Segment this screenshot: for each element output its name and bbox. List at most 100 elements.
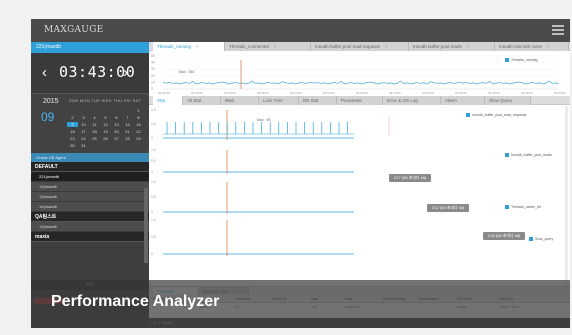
tab-label: Parameter — [341, 98, 363, 103]
calendar-date[interactable]: 4 — [89, 115, 100, 120]
tab-parameter[interactable]: Parameter — [337, 96, 383, 105]
calendar-date[interactable]: 31 — [78, 143, 89, 148]
close-icon[interactable]: × — [467, 44, 470, 49]
tab-label: Error & OS Log — [387, 98, 418, 103]
legend-read-requests: Innodb_buffer_pool_read_requests — [466, 113, 526, 118]
close-icon[interactable]: × — [385, 44, 388, 49]
calendar-date[interactable]: 27 — [111, 136, 122, 141]
calendar-date[interactable]: 19 — [100, 129, 111, 134]
agent-group[interactable]: maxia — [31, 232, 149, 242]
x-tick-label: 04:50:00 — [521, 91, 533, 95]
tab-threads-connected[interactable]: Threads_connected × — [225, 42, 311, 51]
metric-tabs: Threads_running × Threads_connected × Innodb… — [149, 42, 570, 51]
calendar-date[interactable]: 22 — [133, 129, 144, 134]
hamburger-menu-icon[interactable] — [552, 25, 564, 35]
calendar-date[interactable]: 26 — [100, 136, 111, 141]
x-tick-label: 03:00:00 — [158, 91, 170, 95]
y-tick-label: 0.5 — [151, 159, 156, 163]
y-tick-label: 0.5 — [151, 122, 156, 126]
instance-selector[interactable]: 221(maxdb — [31, 42, 149, 53]
tab-label: Threads_running — [157, 44, 192, 49]
chevron-right-icon[interactable]: › — [123, 64, 128, 81]
tab-db-stat[interactable]: DB Stat — [299, 96, 337, 105]
calendar-date[interactable]: 12 — [100, 122, 111, 127]
y-tick-label: 0 — [151, 210, 153, 214]
x-tick-label: 03:40:00 — [290, 91, 302, 95]
calendar-date[interactable]: 17 — [78, 129, 89, 134]
tab-alarm[interactable]: Alarm — [441, 96, 485, 105]
tab-label: Wait — [225, 98, 234, 103]
calendar-date — [111, 108, 122, 113]
caption-title: Performance Analyzer — [51, 293, 220, 310]
legend-slow-query: Slow_query — [529, 237, 553, 242]
tab-label: Innodb buffer pool reads — [413, 44, 462, 49]
caption-overlay: Performance Analyzer — [31, 280, 570, 328]
chart-scrollbar[interactable] — [565, 106, 568, 286]
agent-group[interactable]: QA팀스트 — [31, 212, 149, 222]
tab-threads-running[interactable]: Threads_running × — [153, 42, 225, 51]
tab-label: Innodb buffer pool read requests — [315, 44, 380, 49]
tab-innodb-buffer-pool-read-requests[interactable]: Innodb buffer pool read requests × — [311, 42, 409, 51]
close-icon[interactable]: × — [274, 44, 277, 49]
calendar-date — [100, 108, 111, 113]
calendar-date — [78, 108, 89, 113]
tab-all-stat[interactable]: All Stat — [183, 96, 221, 105]
calendar-date[interactable]: 15 — [133, 122, 144, 127]
brand-logo: MAXGAUGE — [44, 25, 104, 35]
close-icon[interactable]: × — [196, 44, 199, 49]
agent-item[interactable]: 12(maxdb — [31, 182, 149, 192]
calendar-date[interactable]: 14 — [122, 122, 133, 127]
calendar-date[interactable]: 11 — [89, 122, 100, 127]
agent-item[interactable]: 221(maxdb — [31, 172, 149, 182]
max-annotation: Max : 95 — [257, 118, 270, 122]
calendar-date[interactable]: 25 — [89, 136, 100, 141]
calendar-date[interactable]: 2 — [67, 115, 78, 120]
x-tick-label: 03:30:00 — [257, 91, 269, 95]
calendar-date — [67, 108, 78, 113]
calendar-date[interactable]: 9 — [67, 122, 78, 127]
tab-slow-query[interactable]: Slow Query — [485, 96, 531, 105]
agent-item[interactable]: 14(maxdb — [31, 202, 149, 212]
y-tick-label: 40 — [151, 61, 155, 65]
left-scrollbar[interactable] — [144, 188, 148, 263]
chevron-left-icon[interactable]: ‹ — [42, 64, 47, 81]
calendar-day: 09 — [41, 110, 55, 124]
close-icon[interactable]: × — [547, 44, 550, 49]
y-tick-label: 10 — [151, 80, 155, 84]
tab-innodb-row-lock-curre[interactable]: Innodb row lock curre × — [495, 42, 569, 51]
calendar-date[interactable]: 8 — [133, 115, 144, 120]
calendar-date[interactable]: 3 — [78, 115, 89, 120]
calendar-year[interactable]: 2015 — [43, 98, 59, 105]
calendar-date[interactable]: 16 — [67, 129, 78, 134]
calendar-date[interactable]: 20 — [111, 129, 122, 134]
tab-error-os-log[interactable]: Error & OS Log — [383, 96, 441, 105]
tab-wait[interactable]: Wait — [221, 96, 259, 105]
calendar-date[interactable]: 5 — [100, 115, 111, 120]
tab-lock-tree[interactable]: Lock Tree — [259, 96, 299, 105]
calendar-date[interactable]: 6 — [111, 115, 122, 120]
agent-item[interactable]: 12(maxdb — [31, 222, 149, 232]
tab-label: Alarm — [445, 98, 457, 103]
y-tick-label: 0.5 — [151, 195, 156, 199]
tab-innodb-buffer-pool-reads[interactable]: Innodb buffer pool reads × — [409, 42, 495, 51]
calendar-date[interactable]: 18 — [89, 129, 100, 134]
calendar-date[interactable]: 13 — [111, 122, 122, 127]
x-tick-label: 03:20:00 — [224, 91, 236, 95]
calendar-date[interactable]: 30 — [67, 143, 78, 148]
agent-group[interactable]: DEFAULT — [31, 162, 149, 172]
legend-threads-running: Threads_running — [505, 58, 537, 63]
calendar-date[interactable]: 7 — [122, 115, 133, 120]
agent-item[interactable]: 13(maxdb — [31, 192, 149, 202]
calendar-date[interactable]: 10 — [78, 122, 89, 127]
calendar-date[interactable]: 21 — [122, 129, 133, 134]
calendar-date — [89, 108, 100, 113]
y-tick-label: 1.0 — [151, 180, 156, 184]
calendar-date[interactable]: 28 — [122, 136, 133, 141]
calendar-date[interactable]: 29 — [133, 136, 144, 141]
calendar-date[interactable]: 1 — [133, 108, 144, 113]
calendar-date[interactable]: 23 — [67, 136, 78, 141]
tab-stat[interactable]: Stat — [153, 96, 183, 105]
tooltip-2: 212 (43 초마다 hit) — [427, 204, 470, 212]
tooltip-1: 217 (08 초마다 hit) — [389, 174, 432, 182]
calendar-date[interactable]: 24 — [78, 136, 89, 141]
